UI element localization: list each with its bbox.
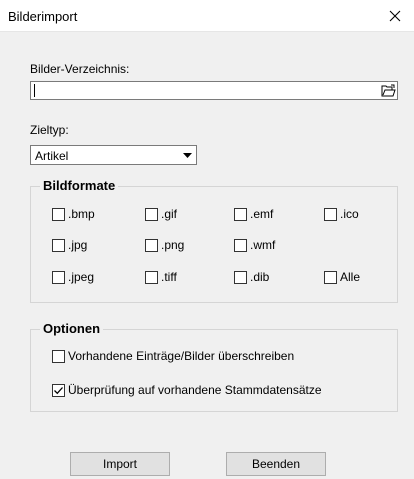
close-icon	[389, 10, 401, 21]
format-label-tiff: .tiff	[161, 270, 177, 284]
format-label-jpg: .jpg	[68, 238, 88, 252]
checkmark-icon	[54, 386, 63, 394]
format-checkbox-jpeg[interactable]: .jpeg	[52, 269, 94, 285]
format-checkbox-png[interactable]: .png	[145, 237, 184, 253]
target-type-select[interactable]: Artikel	[30, 145, 197, 165]
checkbox-box	[145, 238, 158, 252]
window-title: Bilderimport	[8, 9, 78, 24]
close-dialog-button[interactable]: Beenden	[226, 452, 326, 476]
format-checkbox-all[interactable]: Alle	[324, 269, 360, 285]
format-checkbox-jpg[interactable]: .jpg	[52, 237, 87, 253]
option-overwrite-checkbox[interactable]: Vorhandene Einträge/Bilder überschreiben	[52, 348, 294, 364]
directory-label: Bilder-Verzeichnis:	[30, 62, 130, 76]
checkbox-box	[52, 349, 65, 363]
folder-open-icon	[381, 84, 396, 97]
checkbox-box	[234, 270, 247, 284]
format-label-emf: .emf	[250, 207, 274, 221]
target-type-value: Artikel	[35, 149, 69, 163]
checkbox-box	[52, 270, 65, 284]
format-checkbox-wmf[interactable]: .wmf	[234, 237, 275, 253]
image-formats-title: Bildformate	[40, 178, 119, 193]
target-type-label: Zieltyp:	[30, 123, 69, 137]
format-label-all: Alle	[340, 270, 361, 284]
options-title: Optionen	[40, 321, 104, 336]
checkbox-box	[324, 270, 337, 284]
format-label-dib: .dib	[250, 270, 270, 284]
directory-input[interactable]	[30, 81, 398, 100]
format-label-wmf: .wmf	[250, 238, 276, 252]
format-label-ico: .ico	[340, 207, 359, 221]
options-group	[30, 329, 398, 412]
checkbox-box	[234, 238, 247, 252]
target-type-dropdown-button[interactable]	[179, 147, 195, 163]
dropdown-arrow-icon	[182, 152, 192, 158]
format-checkbox-ico[interactable]: .ico	[324, 206, 359, 222]
checkbox-box-checked	[52, 383, 65, 397]
format-label-bmp: .bmp	[68, 207, 95, 221]
browse-button[interactable]	[380, 83, 396, 98]
text-caret	[34, 84, 35, 97]
format-label-jpeg: .jpeg	[68, 270, 95, 284]
checkbox-box	[145, 207, 158, 221]
format-label-gif: .gif	[161, 207, 178, 221]
checkbox-box	[52, 238, 65, 252]
format-label-png: .png	[161, 238, 185, 252]
close-button[interactable]	[376, 0, 414, 31]
format-checkbox-tiff[interactable]: .tiff	[145, 269, 177, 285]
format-checkbox-emf[interactable]: .emf	[234, 206, 273, 222]
option-check-master-data-checkbox[interactable]: Überprüfung auf vorhandene Stammdatensät…	[52, 382, 322, 398]
format-checkbox-dib[interactable]: .dib	[234, 269, 269, 285]
checkbox-box	[52, 207, 65, 221]
format-checkbox-bmp[interactable]: .bmp	[52, 206, 95, 222]
checkbox-box	[234, 207, 247, 221]
checkbox-box	[324, 207, 337, 221]
format-checkbox-gif[interactable]: .gif	[145, 206, 177, 222]
import-button[interactable]: Import	[70, 452, 170, 476]
option-overwrite-label: Vorhandene Einträge/Bilder überschreiben	[68, 349, 295, 363]
checkbox-box	[145, 270, 158, 284]
option-check-master-data-label: Überprüfung auf vorhandene Stammdatensät…	[68, 383, 322, 397]
title-bar: Bilderimport	[0, 0, 414, 32]
